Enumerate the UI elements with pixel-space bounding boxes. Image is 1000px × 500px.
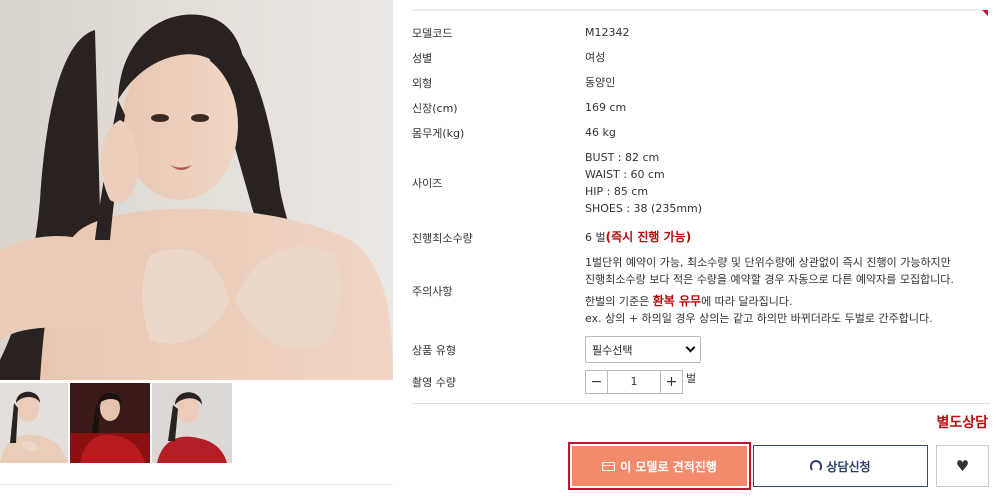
product-gallery — [0, 0, 393, 500]
quantity-unit: 벌 — [686, 372, 697, 385]
min-qty-number: 6 벌 — [585, 231, 606, 244]
decrement-button[interactable]: − — [586, 371, 608, 393]
thumbnail-3[interactable] — [152, 383, 232, 463]
spec-row-product-type: 상품 유형 필수선택 — [412, 336, 990, 363]
increment-button[interactable]: + — [660, 371, 682, 393]
notes-text: 1벌단위 예약이 가능, 최소수량 및 단위수량에 상관없이 즉시 진행이 가능… — [585, 254, 954, 327]
notes-line-3: 한벌의 기준은 환복 유무에 따라 달라집니다. — [585, 293, 954, 310]
gallery-divider — [0, 484, 393, 485]
spec-value: 동양인 — [585, 76, 616, 89]
action-buttons: 이 모델로 견적진행 상담신청 ♥ — [568, 442, 989, 490]
notes-line-3-em: 환복 유무 — [652, 294, 702, 308]
spec-label: 성별 — [412, 51, 433, 65]
quantity-stepper: − 1 + 벌 — [585, 370, 696, 394]
spec-row-weight: 몸무게(kg) 46 kg — [412, 124, 990, 141]
spec-row-size: 사이즈 BUST : 82 cm WAIST : 60 cm HIP : 85 … — [412, 149, 990, 217]
spec-label: 사이즈 — [412, 177, 443, 190]
chevron-down-icon — [685, 342, 696, 353]
spec-label: 몸무게(kg) — [412, 126, 465, 140]
spec-label: 신장(cm) — [412, 101, 458, 115]
thumbnail-2-image — [70, 383, 150, 463]
quote-button-inner: 이 모델로 견적진행 — [572, 446, 747, 486]
notes-line-4: ex. 상의 + 하의일 경우 상의는 같고 하의만 바뀌더라도 두벌로 간주합… — [585, 312, 933, 325]
spec-row-height: 신장(cm) 169 cm — [412, 99, 990, 116]
headset-icon — [810, 460, 823, 472]
thumbnail-strip — [0, 383, 234, 463]
product-type-select[interactable]: 필수선택 — [585, 336, 701, 363]
notes-line-1: 1벌단위 예약이 가능, 최소수량 및 단위수량에 상관없이 즉시 진행이 가능… — [585, 256, 951, 269]
quote-button-label: 이 모델로 견적진행 — [620, 459, 717, 474]
notes-line-3-post: 에 따라 달라집니다. — [701, 295, 793, 308]
size-hip: HIP : 85 cm — [585, 185, 649, 198]
spec-row-appearance: 외형 동양인 — [412, 74, 990, 91]
spec-row-shoot-qty: 촬영 수량 − 1 + 벌 — [412, 370, 990, 394]
size-shoes: SHOES : 38 (235mm) — [585, 202, 703, 215]
spec-label: 주의사항 — [412, 284, 453, 298]
main-model-photo[interactable] — [0, 0, 393, 380]
spec-label: 진행최소수량 — [412, 231, 473, 245]
spec-value: 여성 — [585, 51, 606, 64]
size-bust: BUST : 82 cm — [585, 151, 660, 164]
wishlist-button[interactable]: ♥ — [936, 445, 989, 487]
thumbnail-1[interactable] — [0, 383, 68, 463]
heart-icon: ♥ — [955, 457, 970, 475]
quote-button[interactable]: 이 모델로 견적진행 — [568, 442, 751, 490]
consult-button[interactable]: 상담신청 — [753, 445, 928, 487]
spec-label: 외형 — [412, 76, 433, 90]
actions-divider — [412, 403, 990, 404]
spec-label: 상품 유형 — [412, 343, 456, 357]
top-divider — [412, 9, 988, 11]
spec-value: 169 cm — [585, 101, 627, 114]
product-type-selected: 필수선택 — [592, 343, 633, 357]
size-waist: WAIST : 60 cm — [585, 168, 665, 181]
spec-row-min-qty: 진행최소수량 6 벌(즉시 진행 가능) — [412, 229, 990, 246]
consult-button-label: 상담신청 — [826, 459, 871, 474]
size-values: BUST : 82 cm WAIST : 60 cm HIP : 85 cm S… — [585, 149, 702, 217]
separate-consult-label: 별도상담 — [936, 415, 988, 431]
spec-row-notes: 주의사항 1벌단위 예약이 가능, 최소수량 및 단위수량에 상관없이 즉시 진… — [412, 254, 990, 327]
spec-value: M12342 — [585, 26, 630, 39]
min-qty-highlight: (즉시 진행 가능) — [605, 230, 692, 244]
min-qty-value: 6 벌(즉시 진행 가능) — [585, 229, 691, 246]
thumbnail-3-image — [152, 383, 232, 463]
spec-label: 모델코드 — [412, 26, 453, 40]
corner-accent — [982, 10, 988, 16]
card-icon — [602, 461, 616, 471]
thumbnail-2[interactable] — [70, 383, 150, 463]
spec-label: 촬영 수량 — [412, 376, 456, 389]
product-info-panel: 모델코드 M12342 성별 여성 외형 동양인 신장(cm) 169 cm 몸… — [412, 0, 990, 500]
quantity-input[interactable]: 1 — [608, 371, 660, 393]
thumbnail-1-image — [0, 383, 68, 463]
stepper-box: − 1 + — [585, 370, 683, 394]
spec-row-model-code: 모델코드 M12342 — [412, 24, 990, 41]
notes-line-2: 진행최소수량 보다 적은 수량을 예약할 경우 자동으로 다른 예약자를 모집합… — [585, 273, 954, 286]
spec-value: 46 kg — [585, 126, 616, 139]
model-photo-illustration — [0, 14, 393, 380]
notes-line-3-pre: 한벌의 기준은 — [585, 295, 653, 308]
spec-row-gender: 성별 여성 — [412, 49, 990, 66]
